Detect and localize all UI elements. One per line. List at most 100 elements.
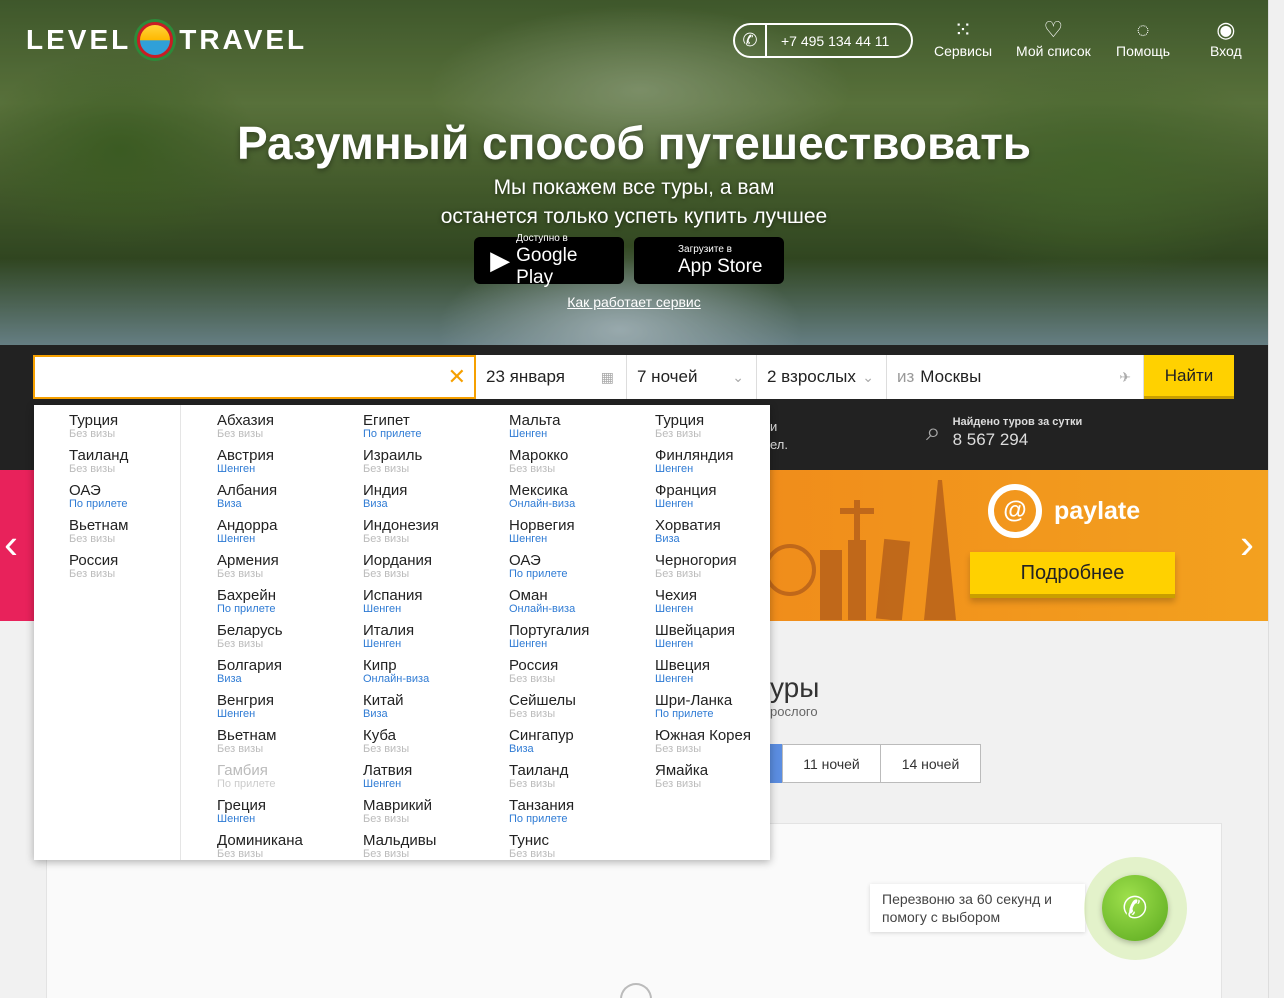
country-option[interactable]: Марокко Без визы <box>509 448 568 475</box>
country-option[interactable]: Маврикий Без визы <box>363 798 432 825</box>
country-option[interactable]: Армения Без визы <box>217 553 279 580</box>
carousel-next-icon[interactable]: › <box>1240 520 1254 568</box>
country-option[interactable]: Оман Онлайн-виза <box>509 588 575 615</box>
country-option[interactable]: Китай Виза <box>363 693 404 720</box>
country-option[interactable]: Таиланд Без визы <box>509 763 568 790</box>
country-option[interactable]: Ямайка Без визы <box>655 763 708 790</box>
country-option[interactable]: Швеция Шенген <box>655 658 710 685</box>
nav-services-label: Сервисы <box>934 43 993 59</box>
country-name: Южная Корея <box>655 727 751 744</box>
country-option[interactable]: Доминикана Без визы <box>217 833 303 860</box>
callback-button[interactable]: ✆ <box>1102 875 1168 941</box>
carousel-prev-icon[interactable]: ‹ <box>4 520 18 568</box>
country-option[interactable]: Андорра Шенген <box>217 518 277 545</box>
paylate-logo: @ paylate <box>988 484 1140 538</box>
country-option[interactable]: Абхазия Без визы <box>217 413 274 440</box>
scrollbar[interactable] <box>1268 0 1284 998</box>
google-play-icon: ▶ <box>490 245 511 275</box>
country-option[interactable]: Южная Корея Без визы <box>655 728 751 755</box>
nav-login[interactable]: ◉ Вход <box>1210 17 1242 59</box>
country-name: Вьетнам <box>69 517 129 534</box>
country-option[interactable]: Черногория Без визы <box>655 553 737 580</box>
country-option[interactable]: Греция Шенген <box>217 798 266 825</box>
country-name: Вьетнам <box>217 727 277 744</box>
country-option[interactable]: Россия Без визы <box>509 658 558 685</box>
visa-status: Шенген <box>509 533 548 545</box>
nav-my-list[interactable]: ♡ Мой список <box>1016 17 1091 59</box>
guests-value: 2 взрослых <box>767 367 856 386</box>
clear-icon[interactable]: ✕ <box>448 364 466 390</box>
country-option[interactable]: Гамбия По прилете <box>217 763 276 790</box>
nav-services[interactable]: ⁙ Сервисы <box>934 17 992 59</box>
country-option[interactable]: Австрия Шенген <box>217 448 274 475</box>
country-option[interactable]: Франция Шенген <box>655 483 716 510</box>
country-option[interactable]: Мальта Шенген <box>509 413 560 440</box>
nights-tab-active[interactable] <box>770 744 782 783</box>
country-option[interactable]: ОАЭ По прилете <box>509 553 568 580</box>
nav-help[interactable]: ◌ Помощь <box>1116 17 1170 59</box>
country-name: Испания <box>363 587 423 604</box>
country-option[interactable]: Индия Виза <box>363 483 407 510</box>
country-option[interactable]: Албания Виза <box>217 483 277 510</box>
logo[interactable]: LEVEL TRAVEL <box>26 22 307 58</box>
country-option[interactable]: Беларусь Без визы <box>217 623 283 650</box>
country-option[interactable]: Латвия Шенген <box>363 763 412 790</box>
country-option[interactable]: ОАЭ По прилете <box>69 483 128 510</box>
country-option[interactable]: Мексика Онлайн-виза <box>509 483 575 510</box>
nights-tab-11[interactable]: 11 ночей <box>782 744 881 783</box>
country-option[interactable]: Сингапур Виза <box>509 728 574 755</box>
destination-input[interactable]: ✕ <box>33 355 476 399</box>
visa-status: Виза <box>363 498 388 510</box>
country-option[interactable]: Италия Шенген <box>363 623 414 650</box>
country-name: Хорватия <box>655 517 721 534</box>
find-button[interactable]: Найти <box>1144 355 1234 399</box>
more-button[interactable]: Подробнее <box>970 552 1175 598</box>
country-option[interactable]: Израиль Без визы <box>363 448 422 475</box>
country-option[interactable]: Норвегия Шенген <box>509 518 575 545</box>
nights-select[interactable]: 7 ночей ⌄ <box>627 355 757 399</box>
date-field[interactable]: 23 января ▦ <box>476 355 627 399</box>
country-option[interactable]: Хорватия Виза <box>655 518 721 545</box>
country-option[interactable]: Иордания Без визы <box>363 553 432 580</box>
country-option[interactable]: Россия Без визы <box>69 553 118 580</box>
country-option[interactable]: Финляндия Шенген <box>655 448 733 475</box>
country-option[interactable]: Сейшелы Без визы <box>509 693 576 720</box>
visa-status: Без визы <box>363 463 410 475</box>
country-name: Абхазия <box>217 412 274 429</box>
country-option[interactable]: Бахрейн По прилете <box>217 588 276 615</box>
departure-city-field[interactable]: из Москвы ✈ <box>887 355 1144 399</box>
app-store-button[interactable]: Загрузите в App Store <box>634 237 784 284</box>
country-option[interactable]: Куба Без визы <box>363 728 409 755</box>
country-option[interactable]: Тунис Без визы <box>509 833 555 860</box>
country-option[interactable]: Венгрия Шенген <box>217 693 274 720</box>
country-option[interactable]: Португалия Шенген <box>509 623 589 650</box>
country-name: Сейшелы <box>509 692 576 709</box>
visa-status: Шенген <box>217 813 256 825</box>
country-option[interactable]: Египет По прилете <box>363 413 422 440</box>
guests-select[interactable]: 2 взрослых ⌄ <box>757 355 887 399</box>
country-option[interactable]: Шри-Ланка По прилете <box>655 693 732 720</box>
country-option[interactable]: Швейцария Шенген <box>655 623 735 650</box>
country-option[interactable]: Танзания По прилете <box>509 798 574 825</box>
phone-icon: ✆ <box>735 25 767 56</box>
country-dropdown[interactable]: Турция Без визы Таиланд Без визы ОАЭ По приле… <box>34 405 770 860</box>
country-option[interactable]: Индонезия Без визы <box>363 518 439 545</box>
country-option[interactable]: Турция Без визы <box>655 413 704 440</box>
country-option[interactable]: Таиланд Без визы <box>69 448 128 475</box>
country-option[interactable]: Вьетнам Без визы <box>217 728 276 755</box>
how-it-works-link[interactable]: Как работает сервис <box>0 294 1268 310</box>
country-option[interactable]: Болгария Виза <box>217 658 282 685</box>
country-option[interactable]: Мальдивы Без визы <box>363 833 436 860</box>
country-option[interactable]: Испания Шенген <box>363 588 423 615</box>
country-option[interactable]: Кипр Онлайн-виза <box>363 658 429 685</box>
user-icon: ◉ <box>1216 17 1236 42</box>
nights-tab-14[interactable]: 14 ночей <box>880 744 981 783</box>
country-option[interactable]: Чехия Шенген <box>655 588 697 615</box>
phone-button[interactable]: ✆ +7 495 134 44 11 <box>733 23 913 58</box>
google-play-button[interactable]: ▶ Доступно в Google Play <box>474 233 624 288</box>
country-option[interactable]: Вьетнам Без визы <box>69 518 128 545</box>
country-name: Марокко <box>509 447 569 464</box>
visa-status: Без визы <box>655 778 702 790</box>
country-option[interactable]: Турция Без визы <box>69 413 118 440</box>
hero-subtitle: Мы покажем все туры, а вам останется тол… <box>0 173 1268 231</box>
